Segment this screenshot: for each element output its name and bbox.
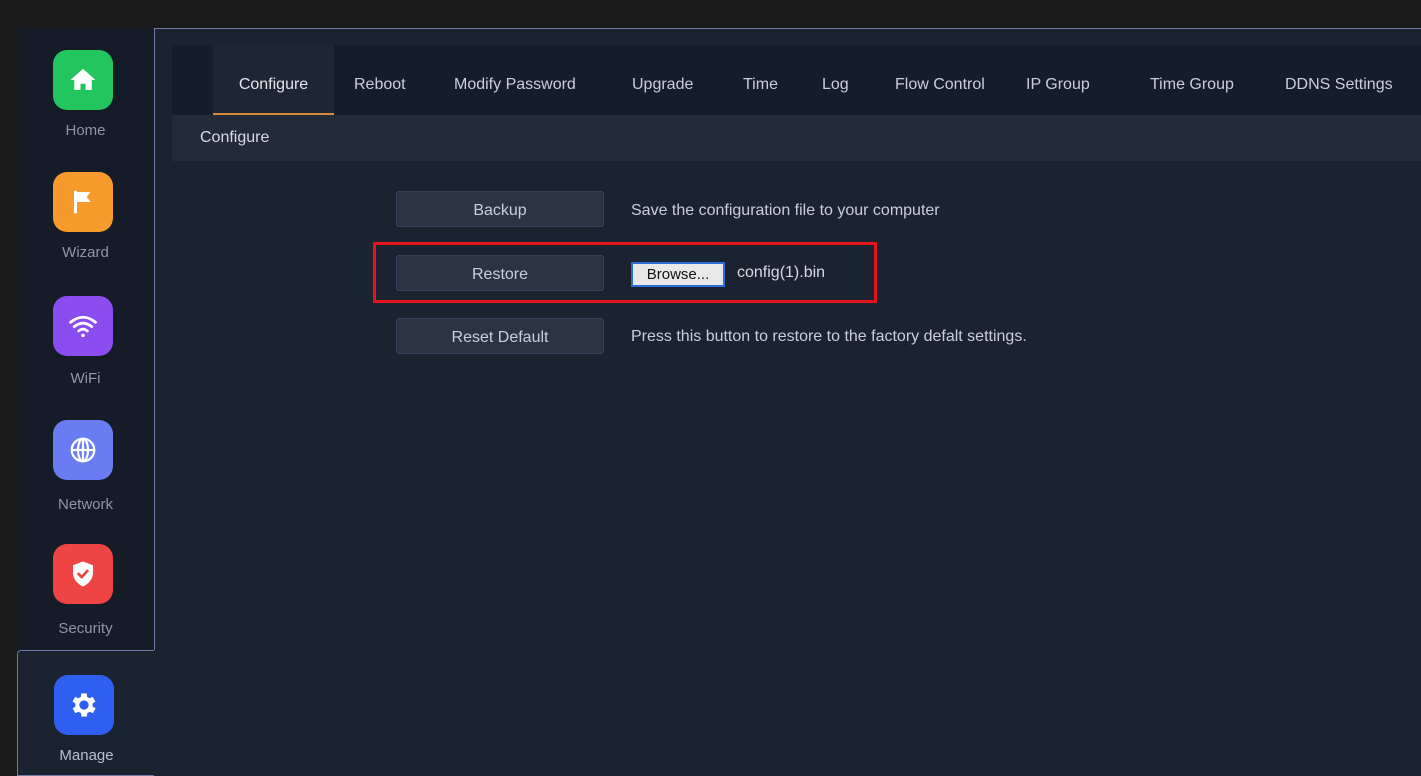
globe-icon xyxy=(53,420,113,480)
backup-button[interactable]: Backup xyxy=(396,191,604,227)
sidebar-item-label: Manage xyxy=(59,747,114,764)
browse-file-button[interactable]: Browse... xyxy=(631,262,725,287)
reset-default-button[interactable]: Reset Default xyxy=(396,318,604,354)
sidebar: Home Wizard WiFi Network Security Manage xyxy=(17,28,154,776)
selected-file-name: config(1).bin xyxy=(737,264,826,281)
tab-log[interactable]: Log xyxy=(802,45,869,115)
sidebar-item-label: WiFi xyxy=(70,370,101,387)
sidebar-item-manage[interactable]: Manage xyxy=(17,650,154,776)
sidebar-item-home[interactable]: Home xyxy=(17,28,154,152)
tab-reboot[interactable]: Reboot xyxy=(334,45,426,115)
sidebar-item-label: Home xyxy=(65,122,106,139)
tab-modify-password[interactable]: Modify Password xyxy=(434,45,596,115)
shield-icon xyxy=(53,544,113,604)
tab-ddns-settings[interactable]: DDNS Settings xyxy=(1265,45,1413,115)
reset-description: Press this button to restore to the fact… xyxy=(631,328,1027,345)
sidebar-item-label: Security xyxy=(58,620,113,637)
tab-flow-control[interactable]: Flow Control xyxy=(875,45,1005,115)
tab-ip-group[interactable]: IP Group xyxy=(1006,45,1110,115)
gear-icon xyxy=(54,675,114,735)
sidebar-item-wizard[interactable]: Wizard xyxy=(17,152,154,276)
tab-bar: Configure Reboot Modify Password Upgrade… xyxy=(172,45,1421,115)
sidebar-item-wifi[interactable]: WiFi xyxy=(17,276,154,400)
sidebar-item-security[interactable]: Security xyxy=(17,524,154,648)
app-frame: Home Wizard WiFi Network Security Manage… xyxy=(17,28,1421,776)
backup-description: Save the configuration file to your comp… xyxy=(631,202,940,219)
wifi-icon xyxy=(53,296,113,356)
flag-icon xyxy=(53,172,113,232)
section-title: Configure xyxy=(200,129,270,146)
home-icon xyxy=(53,50,113,110)
tab-upgrade[interactable]: Upgrade xyxy=(612,45,713,115)
restore-button[interactable]: Restore xyxy=(396,255,604,291)
main-content: Configure Reboot Modify Password Upgrade… xyxy=(155,29,1421,776)
tab-time[interactable]: Time xyxy=(723,45,798,115)
tab-time-group[interactable]: Time Group xyxy=(1130,45,1254,115)
sidebar-item-label: Network xyxy=(57,496,113,513)
tab-configure[interactable]: Configure xyxy=(213,45,334,115)
sidebar-item-label: Wizard xyxy=(62,244,109,261)
section-header: Configure xyxy=(172,115,1421,161)
sidebar-item-network[interactable]: Network xyxy=(17,400,154,524)
